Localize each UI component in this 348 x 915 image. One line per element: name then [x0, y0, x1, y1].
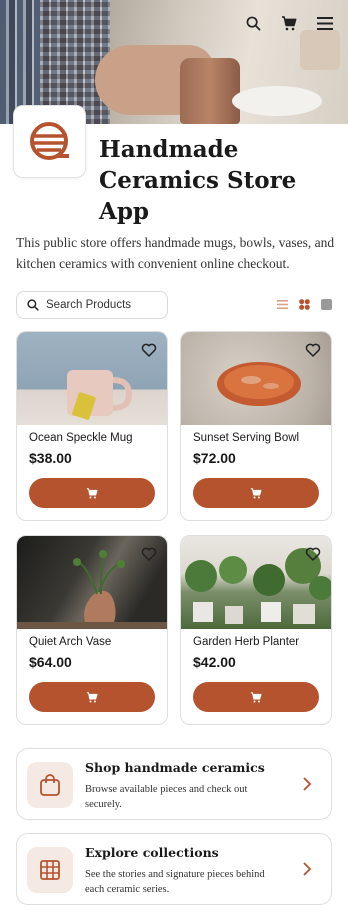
app-logo: [13, 105, 86, 178]
search-placeholder: Search Products: [46, 299, 132, 311]
product-name: Quiet Arch Vase: [29, 636, 112, 648]
favorite-icon[interactable]: [305, 546, 321, 562]
collections-feature-card[interactable]: Explore collections See the stories and …: [16, 833, 332, 905]
product-grid: Ocean Speckle Mug $38.00 Sunset Serving …: [16, 331, 332, 725]
product-image: [181, 536, 331, 629]
product-name: Sunset Serving Bowl: [193, 432, 300, 444]
cart-icon: [250, 487, 262, 499]
product-price: $38.00: [29, 450, 72, 466]
grid-collection-icon: [27, 847, 73, 893]
product-price: $72.00: [193, 450, 236, 466]
add-to-cart-button[interactable]: [29, 682, 155, 712]
view-toggle: [277, 297, 332, 310]
favorite-icon[interactable]: [305, 342, 321, 358]
favorite-icon[interactable]: [141, 342, 157, 358]
product-price: $42.00: [193, 654, 236, 670]
product-name: Garden Herb Planter: [193, 636, 300, 648]
list-view-icon[interactable]: [277, 297, 288, 309]
cart-icon: [86, 487, 98, 499]
add-to-cart-button[interactable]: [193, 682, 319, 712]
product-image: [17, 536, 167, 629]
product-price: $64.00: [29, 654, 72, 670]
app-title-line1: Handmade: [99, 136, 239, 163]
add-to-cart-button[interactable]: [29, 478, 155, 508]
product-card[interactable]: Ocean Speckle Mug $38.00: [16, 331, 168, 521]
feature-title: Explore collections: [85, 845, 219, 860]
grid-view-icon[interactable]: [299, 297, 310, 310]
cart-icon: [86, 691, 98, 703]
cart-icon: [250, 691, 262, 703]
product-card[interactable]: Sunset Serving Bowl $72.00: [180, 331, 332, 521]
header-actions: [244, 14, 334, 32]
product-name: Ocean Speckle Mug: [29, 432, 133, 444]
product-card[interactable]: Quiet Arch Vase $64.00: [16, 535, 168, 725]
feature-title: Shop handmade ceramics: [85, 760, 265, 775]
app-title-line2: Ceramics Store App: [99, 167, 297, 225]
shop-feature-card[interactable]: Shop handmade ceramics Browse available …: [16, 748, 332, 820]
single-view-icon[interactable]: [321, 297, 332, 310]
feature-subtitle: Browse available pieces and check out se…: [85, 784, 248, 810]
feature-subtitle: See the stories and signature pieces beh…: [85, 869, 265, 895]
app-description: This public store offers handmade mugs, …: [16, 235, 335, 271]
product-image: [17, 332, 167, 425]
app-title: Handmade Ceramics Store App: [99, 134, 339, 227]
product-image: [181, 332, 331, 425]
search-input[interactable]: Search Products: [16, 291, 168, 319]
cart-icon[interactable]: [280, 14, 298, 32]
chevron-right-icon: [303, 777, 312, 791]
chevron-right-icon: [303, 862, 312, 876]
search-field-icon: [27, 299, 39, 311]
product-card[interactable]: Garden Herb Planter $42.00: [180, 535, 332, 725]
favorite-icon[interactable]: [141, 546, 157, 562]
search-icon[interactable]: [244, 14, 262, 32]
add-to-cart-button[interactable]: [193, 478, 319, 508]
shopping-bag-icon: [27, 762, 73, 808]
menu-icon[interactable]: [316, 14, 334, 32]
